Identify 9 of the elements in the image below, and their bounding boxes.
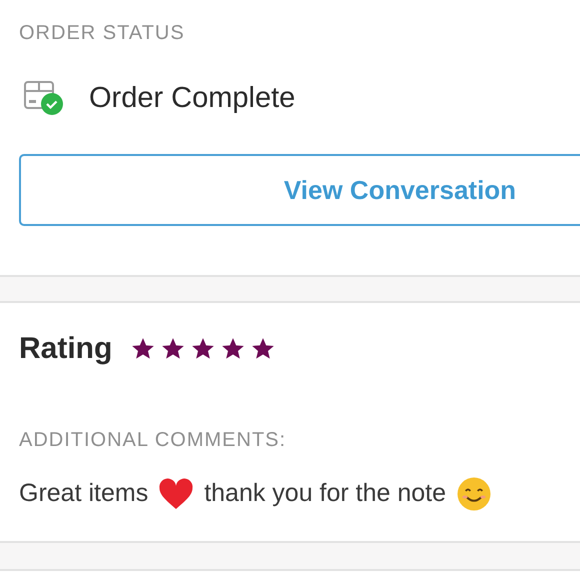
order-status-text: Order Complete bbox=[89, 81, 296, 116]
heart-icon bbox=[158, 476, 194, 511]
view-conversation-button[interactable]: View Conversation bbox=[19, 154, 580, 226]
smiling-face-icon bbox=[456, 476, 492, 512]
rating-label: Rating bbox=[19, 331, 112, 367]
comment-text: Great items bbox=[19, 478, 148, 509]
section-heading: ORDER STATUS bbox=[19, 21, 185, 46]
comment-text: thank you for the note bbox=[204, 478, 446, 509]
section-heading: ADDITIONAL COMMENTS: bbox=[19, 428, 286, 453]
